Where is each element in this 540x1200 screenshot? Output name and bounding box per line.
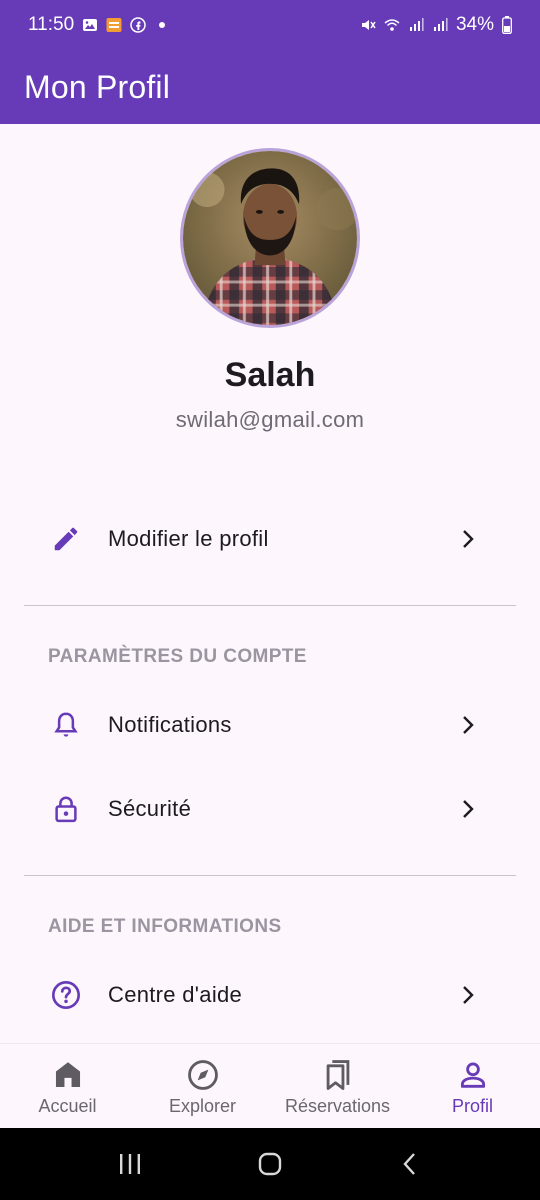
nav-label: Profil (451, 1096, 493, 1116)
status-bar: 11:50 34% (0, 0, 540, 50)
divider (24, 875, 516, 876)
nav-item-home[interactable]: Accueil (0, 1044, 135, 1128)
chevron-right-icon (463, 986, 474, 1004)
help-center-label: Centre d'aide (108, 982, 243, 1007)
chevron-right-icon (463, 716, 474, 734)
chevron-right-icon (463, 800, 474, 818)
nav-label: Accueil (38, 1096, 97, 1116)
section-header-account: PARAMÈTRES DU COMPTE (48, 646, 307, 667)
edit-profile-label: Modifier le profil (108, 526, 269, 551)
lock-icon (48, 791, 84, 827)
security-label: Sécurité (108, 796, 192, 821)
bookmarks-icon (326, 1060, 349, 1090)
status-bar-right: 34% (360, 14, 512, 36)
help-center-row[interactable]: Centre d'aide (0, 965, 540, 1025)
facebook-icon (130, 17, 146, 33)
gallery-icon (83, 19, 98, 31)
avatar[interactable] (180, 148, 360, 328)
chevron-right-icon (463, 530, 474, 548)
back-button[interactable] (390, 1144, 430, 1184)
nav-label: Explorer (168, 1096, 237, 1116)
nav-label: Réservations (284, 1096, 391, 1116)
app-bar: Mon Profil (0, 50, 540, 124)
mute-icon (361, 20, 376, 30)
nav-item-reservations[interactable]: Réservations (270, 1044, 405, 1128)
notifications-label: Notifications (108, 712, 232, 737)
bottom-navigation: Accueil Explorer Réservations Profil (0, 1043, 540, 1128)
recent-apps-icon (120, 1154, 140, 1174)
home-icon (55, 1062, 80, 1088)
pencil-icon (48, 521, 84, 557)
dot-icon (159, 22, 166, 28)
app-badge-icon (106, 18, 122, 32)
battery-icon (502, 16, 512, 34)
wifi-icon (384, 19, 400, 31)
back-icon (403, 1153, 415, 1175)
profile-screen: 11:50 34% Mon Profil Salah swilah@gmail.… (0, 0, 540, 1200)
profile-name: Salah (224, 356, 316, 394)
person-icon (460, 1062, 485, 1088)
home-circle-icon (258, 1152, 282, 1176)
section-header-help: AIDE ET INFORMATIONS (48, 916, 282, 937)
nav-item-profile[interactable]: Profil (405, 1044, 540, 1128)
compass-icon (187, 1060, 218, 1090)
nav-item-explore[interactable]: Explorer (135, 1044, 270, 1128)
divider (24, 605, 516, 606)
system-navigation-bar (0, 1128, 540, 1200)
status-bar-left: 11:50 (28, 14, 170, 36)
help-circle-icon (48, 977, 84, 1013)
avatar-photo (183, 151, 357, 325)
battery-percent: 34% (455, 14, 494, 35)
signal-icon (433, 18, 448, 31)
home-button[interactable] (250, 1144, 290, 1184)
security-row[interactable]: Sécurité (0, 779, 540, 839)
bell-icon (48, 707, 84, 743)
notifications-row[interactable]: Notifications (0, 695, 540, 755)
signal-icon (409, 18, 424, 31)
status-time: 11:50 (28, 14, 75, 35)
profile-email: swilah@gmail.com (175, 407, 365, 432)
page-title: Mon Profil (24, 68, 171, 105)
edit-profile-row[interactable]: Modifier le profil (0, 509, 540, 569)
recent-apps-button[interactable] (110, 1144, 150, 1184)
